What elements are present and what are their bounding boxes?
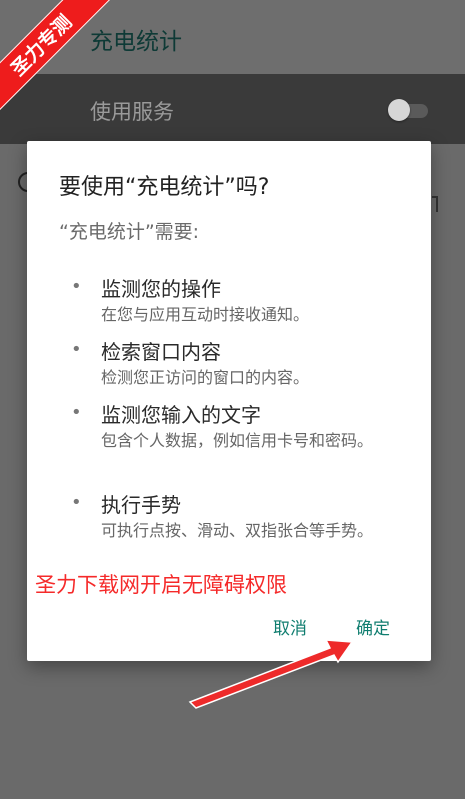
permission-desc: 检测您正访问的窗口的内容。 [101,368,310,387]
permission-desc: 在您与应用互动时接收通知。 [101,305,310,324]
toggle-knob [388,99,410,121]
ok-button[interactable]: 确定 [356,614,390,639]
permission-desc: 可执行点按、滑动、双指张合等手势。 [101,521,374,540]
bullet-icon: • [71,492,82,513]
accessibility-permission-dialog: 要使用“充电统计”吗? “充电统计”需要: • 监测您的操作 在您与应用互动时接… [27,141,431,661]
permission-desc: 包含个人数据，例如信用卡号和密码。 [101,431,374,450]
permission-title: 执行手势 [101,493,181,517]
dialog-subtitle: “充电统计”需要: [59,221,200,243]
bullet-icon: • [71,339,82,360]
corner-ribbon: 圣力专测 [0,0,110,110]
bullet-icon: • [71,402,82,423]
bullet-icon: • [71,276,82,297]
promo-overlay-text: 圣力下载网开启无障碍权限 [35,573,287,597]
dialog-title: 要使用“充电统计”吗? [59,175,270,200]
permission-title: 检索窗口内容 [101,340,221,364]
chevron-icon [432,196,438,212]
cancel-button[interactable]: 取消 [273,614,307,639]
permission-title: 监测您的操作 [101,277,221,301]
use-service-toggle[interactable] [388,99,428,121]
ribbon-label: 圣力专测 [0,0,110,110]
permission-title: 监测您输入的文字 [101,403,261,427]
